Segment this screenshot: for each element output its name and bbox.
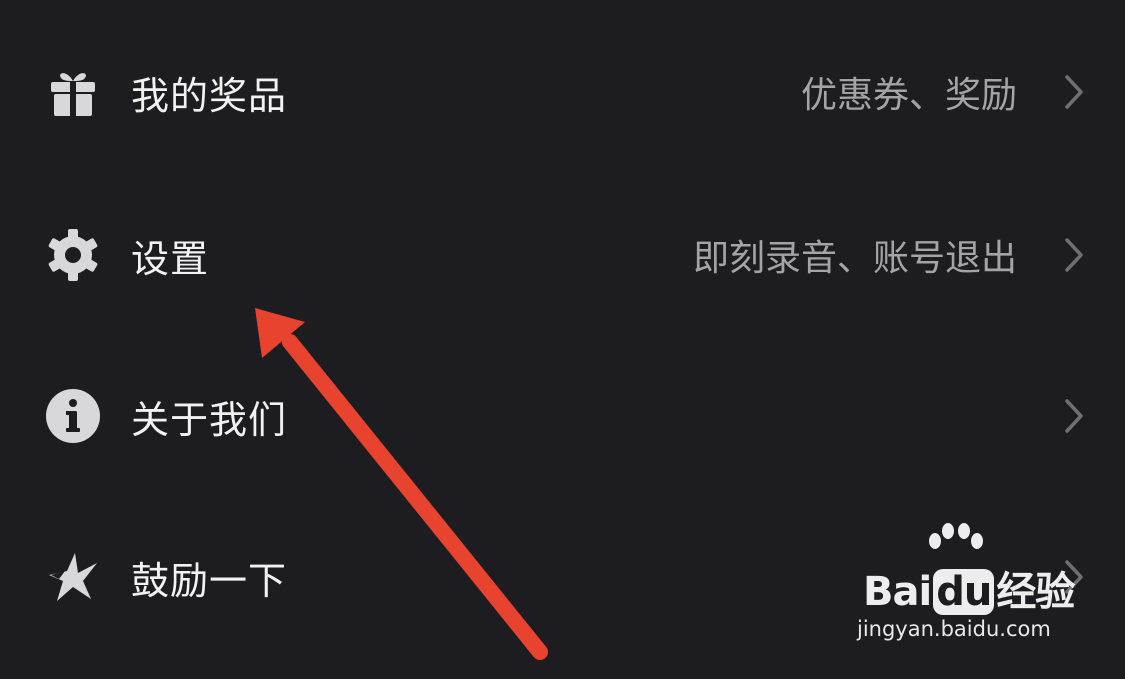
menu-item-about[interactable]: 关于我们 — [0, 336, 1125, 496]
menu-item-prizes[interactable]: 我的奖品 优惠券、奖励 — [0, 12, 1125, 172]
menu-item-label: 鼓励一下 — [131, 558, 288, 603]
info-icon — [44, 387, 102, 445]
menu-item-label: 关于我们 — [131, 397, 288, 442]
menu-item-subtitle: 优惠券、奖励 — [800, 75, 1017, 116]
menu-item-subtitle: 即刻录音、账号退出 — [692, 238, 1017, 279]
gift-icon — [44, 63, 102, 121]
chevron-right-icon — [1065, 238, 1083, 272]
menu-item-encourage[interactable]: 鼓励一下 — [0, 497, 1125, 657]
settings-menu-screen: 我的奖品 优惠券、奖励 设置 即刻录音、账号退出 关于我们 鼓励一下 Bai d… — [0, 0, 1125, 679]
gear-icon — [44, 226, 102, 284]
chevron-right-icon — [1065, 399, 1083, 433]
menu-item-label: 设置 — [131, 236, 210, 281]
chevron-right-icon — [1065, 75, 1083, 109]
chevron-right-icon — [1065, 560, 1083, 594]
star-icon — [44, 548, 102, 606]
menu-item-settings[interactable]: 设置 即刻录音、账号退出 — [0, 175, 1125, 335]
menu-item-label: 我的奖品 — [131, 73, 288, 118]
